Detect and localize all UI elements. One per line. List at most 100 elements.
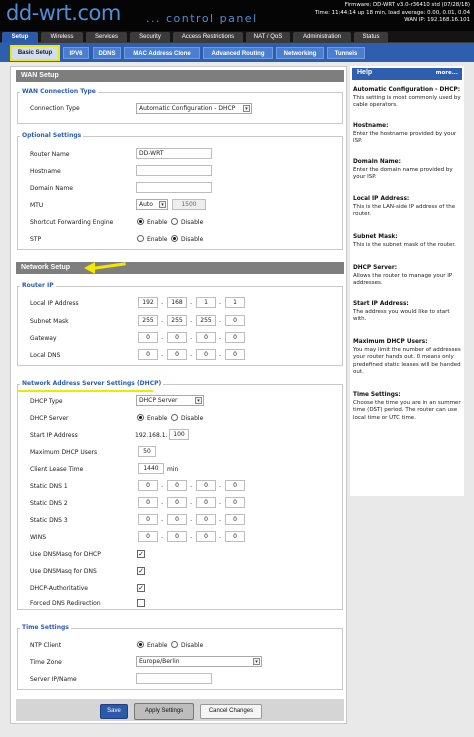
max-users-input[interactable]: 50 bbox=[138, 446, 156, 457]
tab-setup[interactable]: Setup bbox=[2, 32, 38, 43]
dhcp-server-disable-radio[interactable] bbox=[171, 414, 178, 421]
save-button[interactable]: Save bbox=[100, 704, 128, 719]
firmware-text: Firmware: DD-WRT v3.0-r36410 std (07/28/… bbox=[344, 2, 470, 8]
subnet-octet-4[interactable]: 0 bbox=[225, 315, 245, 326]
dns1-octet-4[interactable]: 0 bbox=[225, 480, 245, 491]
sfe-disable-label: Disable bbox=[181, 219, 204, 226]
dns3-octet-4[interactable]: 0 bbox=[225, 514, 245, 525]
gateway-octet-3[interactable]: 0 bbox=[196, 332, 216, 343]
server-ip-input[interactable] bbox=[136, 673, 212, 684]
subtab-tunnels[interactable]: Tunnels bbox=[327, 47, 365, 59]
dns1-octet-1[interactable]: 0 bbox=[138, 480, 158, 491]
subnet-octet-2[interactable]: 255 bbox=[167, 315, 187, 326]
local-dns-octet-2[interactable]: 0 bbox=[167, 349, 187, 360]
stp-enable-radio[interactable] bbox=[137, 235, 144, 242]
apply-settings-button[interactable]: Apply Settings bbox=[134, 703, 194, 720]
cancel-changes-button[interactable]: Cancel Changes bbox=[200, 704, 262, 719]
subtab-mac-address-clone[interactable]: MAC Address Clone bbox=[124, 47, 200, 59]
subtab-ipv6[interactable]: IPV6 bbox=[63, 47, 89, 59]
wins-octet-2[interactable]: 0 bbox=[167, 531, 187, 542]
static-dns3-label: Static DNS 3 bbox=[30, 517, 68, 524]
local-ip-octet-2[interactable]: 168 bbox=[167, 297, 187, 308]
tab-services[interactable]: Services bbox=[86, 32, 127, 43]
router-name-input[interactable]: DD-WRT bbox=[136, 148, 212, 159]
help-item-text: Allows the router to manage your IP addr… bbox=[353, 273, 453, 287]
help-item-text: Enter the hostname provided by your ISP. bbox=[353, 131, 457, 145]
lease-unit: min bbox=[167, 466, 179, 473]
dhcp-authoritative-checkbox[interactable]: ✓ bbox=[137, 584, 145, 592]
subtab-advanced-routing[interactable]: Advanced Routing bbox=[203, 47, 273, 59]
time-text: Time: 11:44:14 up 18 min, load average: … bbox=[314, 9, 470, 16]
local-dns-octet-3[interactable]: 0 bbox=[196, 349, 216, 360]
dns3-octet-1[interactable]: 0 bbox=[138, 514, 158, 525]
static-dns2-label: Static DNS 2 bbox=[30, 500, 68, 507]
subnet-octet-3[interactable]: 255 bbox=[196, 315, 216, 326]
dhcp-type-select[interactable]: DHCP Server ▾ bbox=[136, 395, 204, 406]
subnet-octet-1[interactable]: 255 bbox=[138, 315, 158, 326]
start-ip-prefix: 192.168.1. bbox=[135, 432, 168, 439]
dns1-octet-3[interactable]: 0 bbox=[196, 480, 216, 491]
start-ip-input[interactable]: 100 bbox=[169, 429, 189, 440]
local-ip-octet-3[interactable]: 1 bbox=[196, 297, 216, 308]
sfe-disable-radio[interactable] bbox=[171, 218, 178, 225]
tab-wireless[interactable]: Wireless bbox=[41, 32, 83, 43]
dhcp-server-enable-radio[interactable] bbox=[137, 414, 144, 421]
local-ip-label: Local IP Address bbox=[30, 300, 79, 307]
help-item-text: The address you would like to start with… bbox=[353, 309, 450, 323]
tab-nat-qos[interactable]: NAT / QoS bbox=[246, 32, 290, 43]
tab-access-restrictions[interactable]: Access Restrictions bbox=[173, 32, 243, 43]
stp-enable-label: Enable bbox=[147, 236, 168, 243]
dns3-octet-3[interactable]: 0 bbox=[196, 514, 216, 525]
lease-time-input[interactable]: 1440 bbox=[138, 463, 164, 474]
gateway-octet-4[interactable]: 0 bbox=[225, 332, 245, 343]
ntp-enable-label: Enable bbox=[147, 642, 168, 649]
gateway-octet-2[interactable]: 0 bbox=[167, 332, 187, 343]
dns2-octet-3[interactable]: 0 bbox=[196, 497, 216, 508]
tab-security[interactable]: Security bbox=[130, 32, 170, 43]
local-ip-octet-4[interactable]: 1 bbox=[225, 297, 245, 308]
wins-octet-3[interactable]: 0 bbox=[196, 531, 216, 542]
subtab-networking[interactable]: Networking bbox=[276, 47, 324, 59]
dns2-octet-4[interactable]: 0 bbox=[225, 497, 245, 508]
subtab-basic-setup[interactable]: Basic Setup bbox=[10, 45, 60, 61]
gateway-octet-1[interactable]: 0 bbox=[138, 332, 158, 343]
sfe-enable-label: Enable bbox=[147, 219, 168, 226]
mtu-value-input[interactable]: 1500 bbox=[172, 199, 206, 210]
ntp-enable-radio[interactable] bbox=[137, 641, 144, 648]
stp-disable-radio[interactable] bbox=[171, 235, 178, 242]
start-ip-label: Start IP Address bbox=[30, 432, 78, 439]
domain-name-input[interactable] bbox=[136, 182, 212, 193]
subnet-mask-label: Subnet Mask bbox=[30, 318, 69, 325]
time-zone-select[interactable]: Europe/Berlin ▾ bbox=[136, 656, 262, 667]
connection-type-select[interactable]: Automatic Configuration - DHCP ▾ bbox=[136, 103, 252, 114]
dns1-octet-2[interactable]: 0 bbox=[167, 480, 187, 491]
help-item-title: Automatic Configuration - DHCP: bbox=[353, 87, 461, 93]
help-more-link[interactable]: more... bbox=[436, 70, 458, 76]
help-item-title: Time Settings: bbox=[353, 392, 401, 398]
dhcp-server-label: DHCP Server bbox=[30, 415, 69, 422]
chevron-down-icon: ▾ bbox=[253, 658, 260, 665]
dnsmasq-dhcp-checkbox[interactable]: ✓ bbox=[137, 550, 145, 558]
hostname-input[interactable] bbox=[136, 165, 212, 176]
wins-octet-1[interactable]: 0 bbox=[138, 531, 158, 542]
dns2-octet-1[interactable]: 0 bbox=[138, 497, 158, 508]
local-ip-octet-1[interactable]: 192 bbox=[138, 297, 158, 308]
connection-type-label: Connection Type bbox=[30, 105, 80, 112]
forced-dns-checkbox[interactable] bbox=[137, 599, 145, 607]
ntp-disable-radio[interactable] bbox=[171, 641, 178, 648]
dns3-octet-2[interactable]: 0 bbox=[167, 514, 187, 525]
sfe-enable-radio[interactable] bbox=[137, 218, 144, 225]
subtab-ddns[interactable]: DDNS bbox=[93, 47, 121, 59]
tab-administration[interactable]: Administration bbox=[293, 32, 351, 43]
local-dns-octet-4[interactable]: 0 bbox=[225, 349, 245, 360]
sfe-label: Shortcut Forwarding Engine bbox=[30, 219, 114, 226]
dns2-octet-2[interactable]: 0 bbox=[167, 497, 187, 508]
tab-status[interactable]: Status bbox=[354, 32, 388, 43]
gateway-label: Gateway bbox=[30, 335, 57, 342]
wins-octet-4[interactable]: 0 bbox=[225, 531, 245, 542]
network-setup-header: Network Setup bbox=[16, 262, 344, 274]
dnsmasq-dns-checkbox[interactable]: ✓ bbox=[137, 567, 145, 575]
local-dns-octet-1[interactable]: 0 bbox=[138, 349, 158, 360]
mtu-mode-select[interactable]: Auto ▾ bbox=[136, 199, 168, 210]
help-header: Help more... bbox=[352, 68, 462, 80]
